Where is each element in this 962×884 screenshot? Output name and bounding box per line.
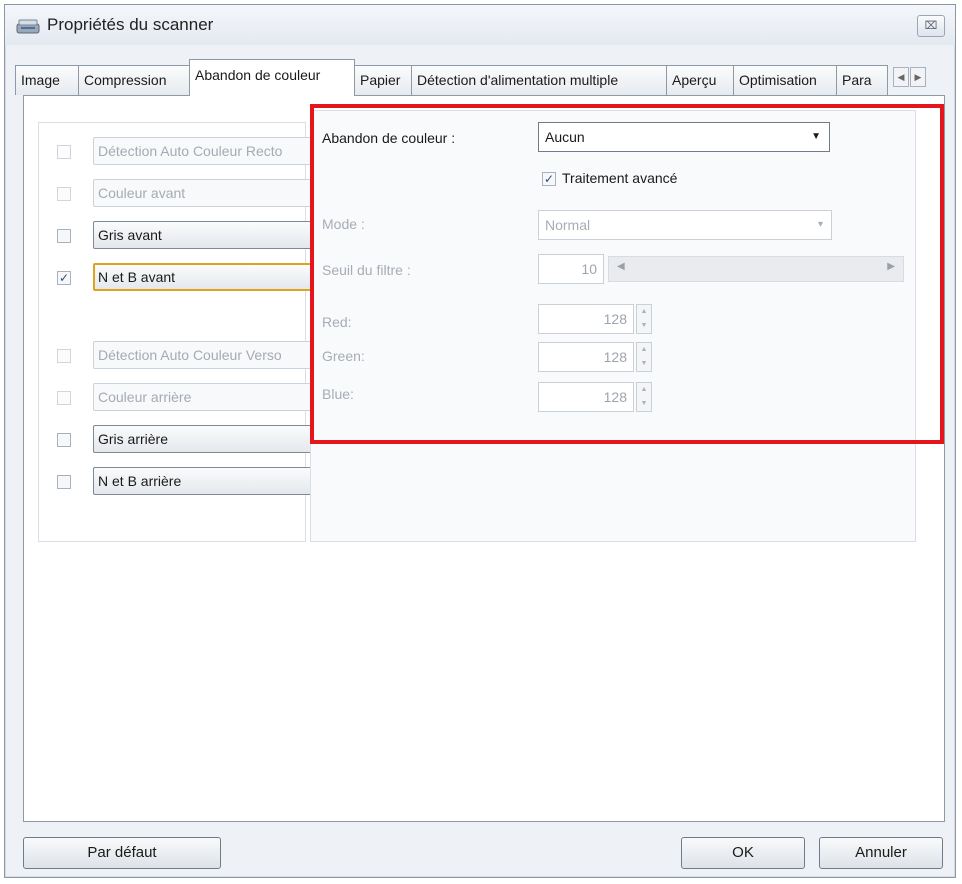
red-spinner[interactable]: ▲ ▼: [636, 304, 652, 334]
red-value-field[interactable]: 128: [538, 304, 634, 334]
checkbox-color-back[interactable]: [57, 391, 71, 405]
mode-select[interactable]: Normal ▾: [538, 210, 832, 240]
title-bar: Propriétés du scanner ⌧: [5, 5, 955, 45]
checkbox-color-front[interactable]: [57, 187, 71, 201]
threshold-slider[interactable]: ◀ ▶: [608, 256, 904, 282]
mode-label: Mode :: [322, 216, 365, 232]
green-label: Green:: [322, 348, 365, 364]
slider-right-arrow-icon[interactable]: ▶: [887, 261, 895, 272]
spin-up-icon[interactable]: ▲: [637, 343, 651, 357]
scanner-icon: [16, 19, 40, 34]
default-button[interactable]: Par défaut: [23, 837, 221, 869]
checkbox-gray-back[interactable]: [57, 433, 71, 447]
tab-scroll-right-button[interactable]: ▶: [910, 67, 926, 87]
checkbox-bw-back[interactable]: [57, 475, 71, 489]
slider-left-arrow-icon[interactable]: ◀: [617, 261, 625, 272]
button-color-front[interactable]: Couleur avant: [93, 179, 317, 207]
tab-strip: Image Compression Abandon de couleur Pap…: [15, 59, 945, 96]
tab-scroll-left-button[interactable]: ◀: [893, 67, 909, 87]
close-icon: ⌧: [924, 20, 938, 32]
button-auto-color-back[interactable]: Détection Auto Couleur Verso: [93, 341, 317, 369]
green-spinner[interactable]: ▲ ▼: [636, 342, 652, 372]
tab-preview[interactable]: Aperçu: [666, 65, 734, 95]
spin-down-icon[interactable]: ▼: [637, 357, 651, 371]
color-dropout-value: Aucun: [545, 129, 585, 145]
tab-color-dropout[interactable]: Abandon de couleur: [189, 59, 355, 96]
close-button[interactable]: ⌧: [917, 15, 945, 37]
checkbox-auto-color-back[interactable]: [57, 349, 71, 363]
blue-value-field[interactable]: 128: [538, 382, 634, 412]
checkbox-auto-color-front[interactable]: [57, 145, 71, 159]
checkbox-gray-front[interactable]: [57, 229, 71, 243]
button-auto-color-front[interactable]: Détection Auto Couleur Recto: [93, 137, 317, 165]
tab-multifeed-detection[interactable]: Détection d'alimentation multiple: [411, 65, 667, 95]
mode-value: Normal: [545, 217, 591, 233]
green-value-field[interactable]: 128: [538, 342, 634, 372]
button-color-back[interactable]: Couleur arrière: [93, 383, 317, 411]
blue-label: Blue:: [322, 386, 354, 402]
button-bw-front[interactable]: N et B avant: [93, 263, 317, 291]
color-dropout-select[interactable]: Aucun ▼: [538, 122, 830, 152]
spin-up-icon[interactable]: ▲: [637, 383, 651, 397]
tab-image[interactable]: Image: [15, 65, 79, 95]
tab-optimisation[interactable]: Optimisation: [733, 65, 837, 95]
button-gray-back[interactable]: Gris arrière: [93, 425, 317, 453]
chevron-down-icon: ▾: [817, 219, 823, 230]
tab-paper[interactable]: Papier: [354, 65, 412, 95]
spin-down-icon[interactable]: ▼: [637, 319, 651, 333]
color-dropout-label: Abandon de couleur :: [322, 130, 456, 146]
checkbox-bw-front[interactable]: ✓: [57, 271, 71, 285]
red-label: Red:: [322, 314, 352, 330]
color-dropout-tab-page: Détection Auto Couleur Recto Couleur ava…: [23, 95, 945, 822]
advanced-processing-label: Traitement avancé: [562, 170, 678, 186]
ok-button[interactable]: OK: [681, 837, 805, 869]
blue-spinner[interactable]: ▲ ▼: [636, 382, 652, 412]
threshold-label: Seuil du filtre :: [322, 262, 411, 278]
spin-up-icon[interactable]: ▲: [637, 305, 651, 319]
spin-down-icon[interactable]: ▼: [637, 397, 651, 411]
scanner-properties-window: Propriétés du scanner ⌧ Image Compressio…: [4, 4, 956, 878]
chevron-down-icon: ▼: [811, 131, 821, 142]
button-gray-front[interactable]: Gris avant: [93, 221, 317, 249]
tab-parameters[interactable]: Para: [836, 65, 888, 95]
window-title: Propriétés du scanner: [47, 15, 214, 34]
highlight-box: Abandon de couleur : Aucun ▼ ✓ Traitemen…: [310, 104, 944, 444]
threshold-value-field[interactable]: 10: [538, 254, 604, 284]
advanced-processing-check[interactable]: ✓: [542, 172, 556, 186]
tab-compression[interactable]: Compression: [78, 65, 190, 95]
cancel-button[interactable]: Annuler: [819, 837, 943, 869]
image-selection-list: Détection Auto Couleur Recto Couleur ava…: [38, 122, 317, 542]
button-bw-back[interactable]: N et B arrière: [93, 467, 317, 495]
